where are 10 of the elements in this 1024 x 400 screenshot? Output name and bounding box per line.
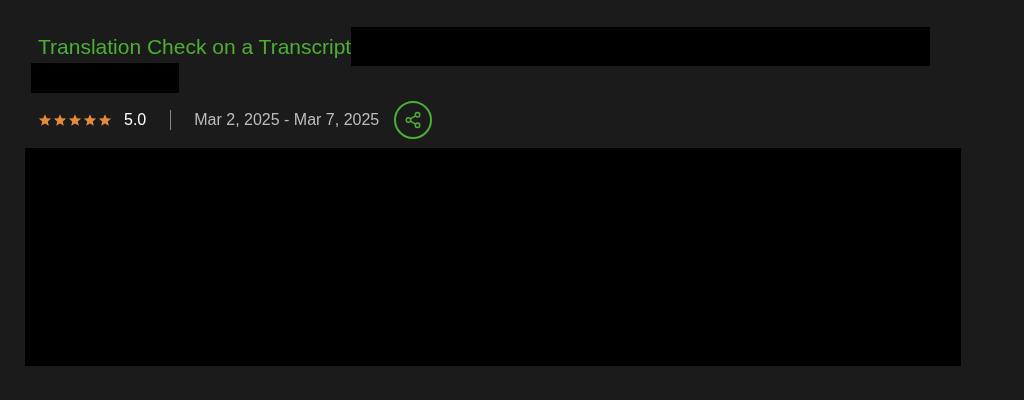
project-title: Translation Check on a Transcript [37, 34, 352, 60]
star-icon [38, 113, 52, 127]
star-icon [53, 113, 67, 127]
date-range: Mar 2, 2025 - Mar 7, 2025 [194, 110, 380, 130]
star-icon [68, 113, 82, 127]
rating-value: 5.0 [124, 110, 147, 130]
star-icon [83, 113, 97, 127]
share-button[interactable] [394, 101, 433, 139]
star-icon [98, 113, 112, 127]
share-icon [404, 111, 423, 129]
